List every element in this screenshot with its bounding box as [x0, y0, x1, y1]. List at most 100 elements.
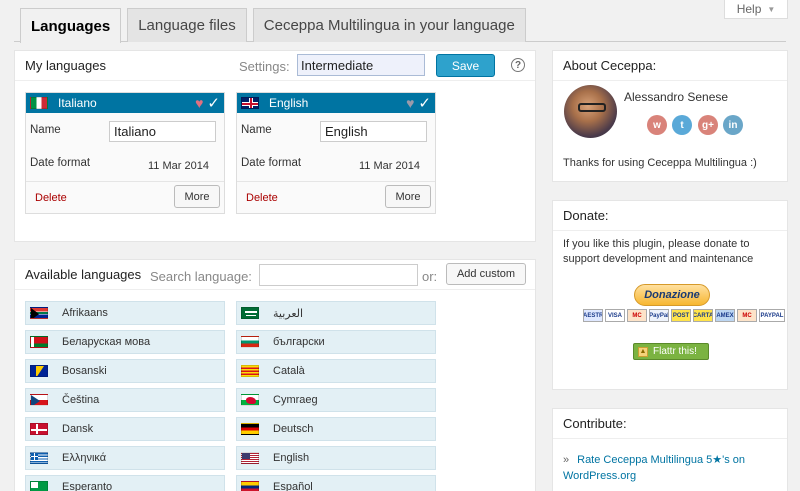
language-label: العربية	[273, 307, 304, 320]
language-label: Català	[273, 365, 305, 377]
flag-bg-icon	[241, 336, 259, 348]
settings-select[interactable]: Intermediate	[297, 54, 425, 76]
card-footer: Delete More	[26, 181, 224, 213]
postepay-icon: POST	[671, 309, 691, 322]
contribute-panel: Contribute: » Rate Ceceppa Multilingua 5★…	[552, 408, 788, 491]
search-language-label: Search language:	[150, 269, 252, 284]
language-item-arabic[interactable]: العربية	[236, 301, 436, 325]
bullet-icon: »	[563, 454, 570, 466]
card-header: English ♥ ✓	[237, 93, 435, 113]
contribute-item: » Rate Ceceppa Multilingua 5★'s on WordPr…	[563, 452, 778, 484]
flag-by-icon	[30, 336, 48, 348]
name-label: Name	[241, 124, 272, 136]
donate-panel: Donate: If you like this plugin, please …	[552, 200, 788, 390]
language-label: Afrikaans	[62, 307, 108, 319]
amex-icon: AMEX	[715, 309, 735, 322]
language-item-esperanto[interactable]: Esperanto	[25, 475, 225, 491]
tab-bar: Languages Language files Ceceppa Multili…	[20, 8, 526, 43]
language-label: Bosanski	[62, 365, 107, 377]
language-item-czech[interactable]: Čeština	[25, 388, 225, 412]
flattr-icon: ▲	[638, 346, 648, 357]
language-item-german[interactable]: Deutsch	[236, 417, 436, 441]
delete-link[interactable]: Delete	[35, 192, 67, 204]
available-languages-panel: Available languages Search language: or:…	[14, 259, 536, 491]
name-input[interactable]: Italiano	[109, 121, 216, 142]
language-card-italiano: Italiano ♥ ✓ Name Italiano Date format 1…	[25, 92, 225, 214]
name-input[interactable]: English	[320, 121, 427, 142]
paypal-donate-button[interactable]: Donazione	[634, 284, 710, 306]
card-language-name: Italiano	[58, 96, 97, 110]
payment-cards: MAESTRO VISA MC PayPal POST CARTA AMEX M…	[583, 309, 785, 322]
flag-us-icon	[241, 452, 259, 464]
language-item-danish[interactable]: Dansk	[25, 417, 225, 441]
flag-cat-icon	[241, 365, 259, 377]
flag-dk-icon	[30, 423, 48, 435]
caret-down-icon: ▼	[767, 4, 776, 14]
add-custom-button[interactable]: Add custom	[446, 263, 526, 285]
flag-ba-icon	[30, 365, 48, 377]
flag-cz-icon	[30, 394, 48, 406]
date-format-label: Date format	[30, 157, 91, 169]
language-item-english-us[interactable]: English	[236, 446, 436, 470]
save-button[interactable]: Save	[436, 54, 495, 77]
flag-gb-icon	[241, 97, 259, 109]
language-label: Čeština	[62, 394, 100, 406]
language-item-catalan[interactable]: Català	[236, 359, 436, 383]
visa-icon: VISA	[605, 309, 625, 322]
language-item-bosnian[interactable]: Bosanski	[25, 359, 225, 383]
contribute-title: Contribute:	[553, 409, 787, 439]
search-language-input[interactable]	[259, 264, 418, 286]
tab-languages[interactable]: Languages	[20, 8, 122, 43]
flattr-button[interactable]: ▲ Flattr this!	[633, 343, 709, 360]
donate-text: If you like this plugin, please donate t…	[563, 238, 754, 265]
about-title: About Ceceppa:	[553, 51, 787, 81]
google-plus-icon[interactable]: g+	[698, 115, 718, 135]
date-format-value: 11 Mar 2014	[148, 160, 209, 172]
language-item-afrikaans[interactable]: Afrikaans	[25, 301, 225, 325]
language-label: Esperanto	[62, 481, 113, 491]
default-heart-icon[interactable]: ♥	[195, 96, 203, 110]
mastercard-icon: MC	[627, 309, 647, 322]
tab-translate-plugin[interactable]: Ceceppa Multilingua in your language	[252, 8, 526, 42]
language-item-greek[interactable]: Ελληνικά	[25, 446, 225, 470]
default-heart-icon[interactable]: ♥	[406, 96, 414, 110]
flag-eo-icon	[30, 481, 48, 491]
language-label: български	[273, 336, 325, 348]
enabled-check-icon[interactable]: ✓	[207, 96, 220, 111]
paypal-card-icon: PayPal	[649, 309, 669, 322]
flag-ve-icon	[241, 481, 259, 491]
language-item-belarusian[interactable]: Беларуская мова	[25, 330, 225, 354]
twitter-icon[interactable]: t	[672, 115, 692, 135]
flag-sa-icon	[241, 307, 259, 319]
language-label: Deutsch	[273, 423, 314, 435]
delete-link[interactable]: Delete	[246, 192, 278, 204]
card-language-name: English	[269, 96, 309, 110]
language-label: English	[273, 452, 310, 464]
language-item-spanish[interactable]: Español	[236, 475, 436, 491]
linkedin-icon[interactable]: in	[723, 115, 743, 135]
date-format-label: Date format	[241, 157, 302, 169]
language-label: Cymraeg	[273, 394, 318, 406]
author-name: Alessandro Senese	[624, 90, 729, 104]
rate-plugin-link[interactable]: Rate Ceceppa Multilingua 5★'s on WordPre…	[563, 454, 745, 482]
donate-title: Donate:	[553, 201, 787, 231]
tab-language-files[interactable]: Language files	[127, 8, 247, 42]
author-avatar	[564, 85, 617, 138]
mastercard-icon: MC	[737, 309, 757, 322]
settings-label: Settings:	[239, 59, 290, 74]
more-button[interactable]: More	[174, 185, 220, 208]
language-label: Беларуская мова	[62, 336, 151, 348]
language-item-welsh[interactable]: Cymraeg	[236, 388, 436, 412]
language-item-bulgarian[interactable]: български	[236, 330, 436, 354]
language-label: Español	[273, 481, 313, 491]
flag-za-icon	[30, 307, 48, 319]
flag-it-icon	[30, 97, 48, 109]
maestro-icon: MAESTRO	[583, 309, 603, 322]
wordpress-icon[interactable]: w	[647, 115, 667, 135]
enabled-check-icon[interactable]: ✓	[418, 96, 431, 111]
more-button[interactable]: More	[385, 185, 431, 208]
help-icon[interactable]: ?	[511, 58, 525, 72]
flag-gr-icon	[30, 452, 48, 464]
name-label: Name	[30, 124, 61, 136]
help-tab[interactable]: Help ▼	[724, 0, 788, 19]
